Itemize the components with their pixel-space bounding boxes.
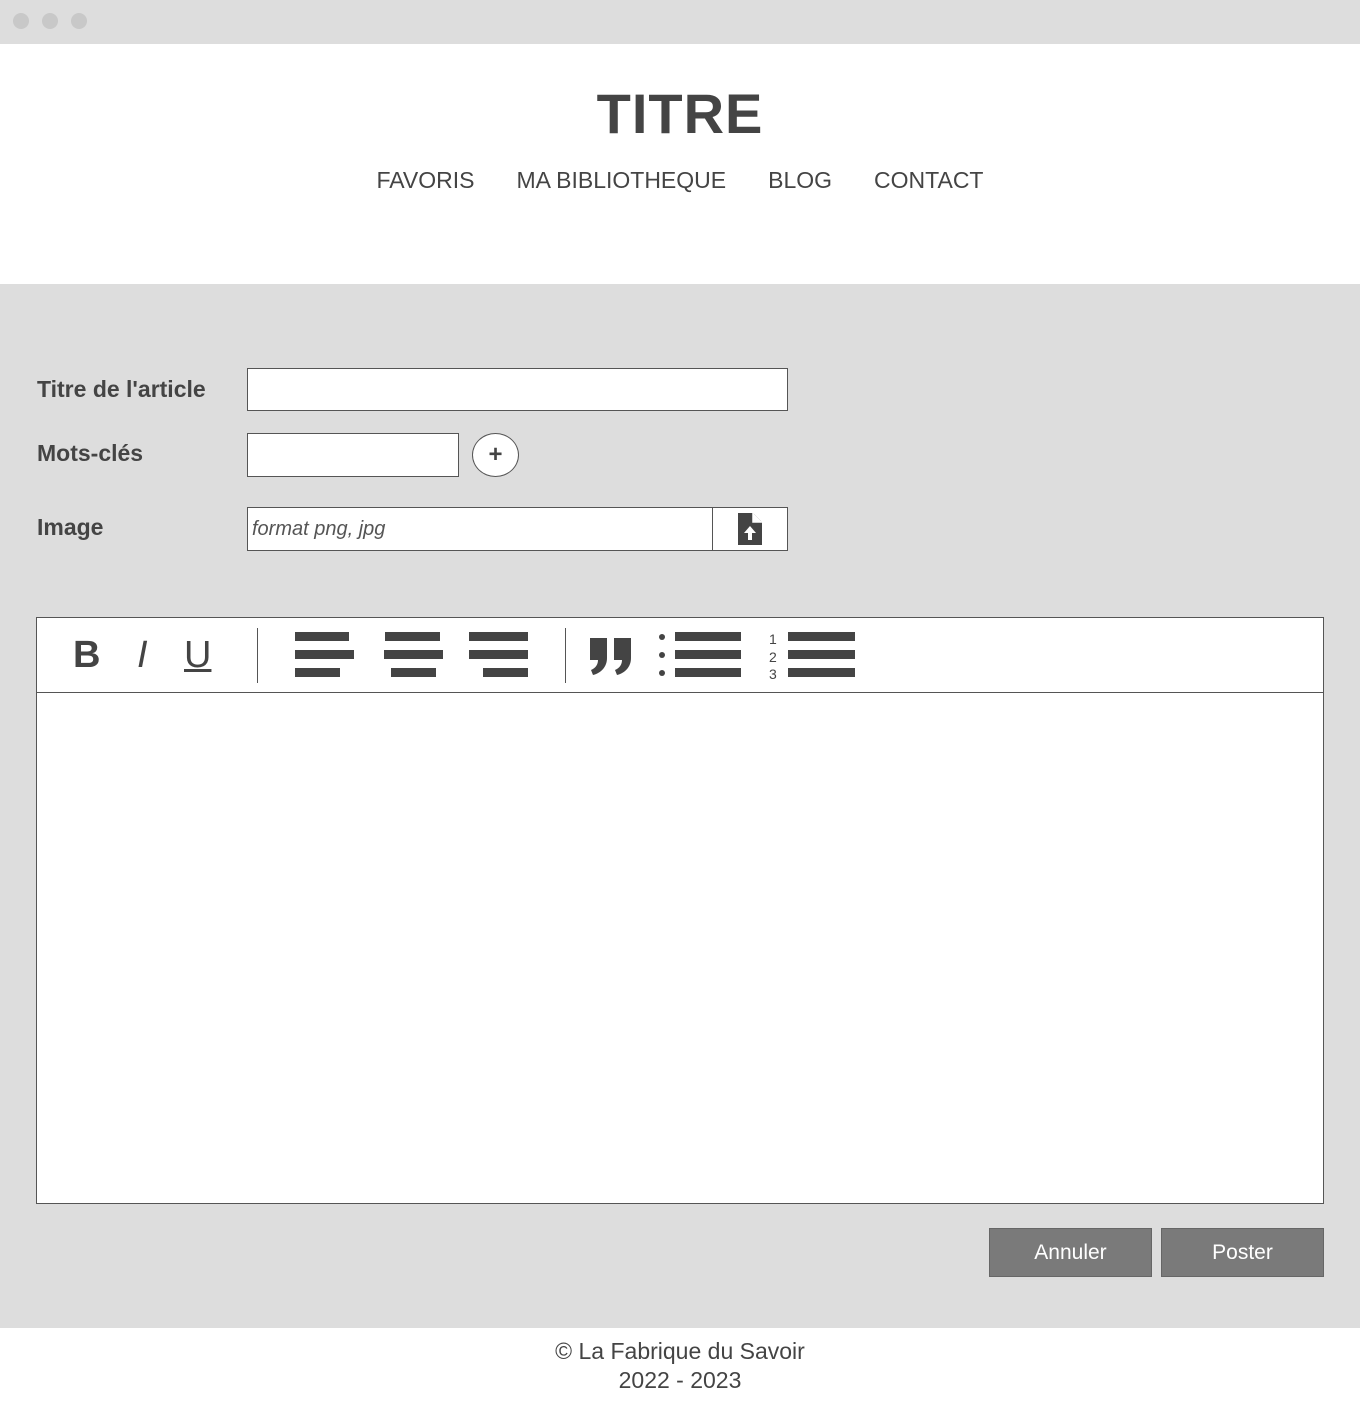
site-footer: © La Fabrique du Savoir 2022 - 2023	[0, 1328, 1360, 1403]
nav-item-contact[interactable]: CONTACT	[874, 166, 983, 194]
site-title: TITRE	[596, 82, 764, 145]
main-nav: FAVORIS MA BIBLIOTHEQUE BLOG CONTACT	[0, 166, 1360, 194]
window-close-dot[interactable]	[13, 13, 29, 29]
underline-button[interactable]: U	[184, 636, 211, 674]
copyright-years: 2022 - 2023	[618, 1367, 742, 1393]
align-center-button[interactable]	[384, 632, 444, 678]
bold-button[interactable]: B	[73, 636, 100, 674]
image-path-input[interactable]	[247, 507, 713, 551]
window-minimize-dot[interactable]	[42, 13, 58, 29]
nav-item-ma-bibliotheque[interactable]: MA BIBLIOTHEQUE	[517, 166, 727, 194]
blockquote-button[interactable]	[588, 636, 634, 676]
article-title-label: Titre de l'article	[37, 376, 206, 402]
image-label: Image	[37, 514, 104, 540]
toolbar-divider	[257, 628, 258, 683]
bullet-list-button[interactable]	[658, 632, 743, 678]
rich-text-editor: B I U 1 2 3	[36, 617, 1324, 1204]
editor-content-area[interactable]	[37, 693, 1323, 1203]
align-right-button[interactable]	[469, 632, 529, 678]
align-left-button[interactable]	[295, 632, 355, 678]
quote-icon	[590, 638, 631, 675]
site-header: TITRE FAVORIS MA BIBLIOTHEQUE BLOG CONTA…	[0, 44, 1360, 284]
numbered-list-button[interactable]: 1 2 3	[768, 632, 858, 681]
keywords-input[interactable]	[247, 433, 459, 477]
upload-image-button[interactable]	[712, 507, 788, 551]
editor-toolbar: B I U 1 2 3	[37, 618, 1323, 693]
plus-icon: +	[488, 441, 503, 468]
cancel-button[interactable]: Annuler	[989, 1228, 1152, 1277]
add-keyword-button[interactable]: +	[472, 433, 519, 477]
nav-item-blog[interactable]: BLOG	[768, 166, 832, 194]
post-button[interactable]: Poster	[1161, 1228, 1324, 1277]
file-upload-icon	[738, 513, 762, 545]
window-maximize-dot[interactable]	[71, 13, 87, 29]
keywords-label: Mots-clés	[37, 440, 144, 466]
copyright-text: © La Fabrique du Savoir	[555, 1338, 805, 1364]
toolbar-divider	[565, 628, 566, 683]
nav-item-favoris[interactable]: FAVORIS	[377, 166, 475, 194]
article-title-input[interactable]	[247, 368, 788, 411]
window-titlebar	[0, 0, 1360, 44]
italic-button[interactable]: I	[137, 636, 148, 674]
article-form: Titre de l'article Mots-clés + Image B I…	[0, 284, 1360, 1328]
